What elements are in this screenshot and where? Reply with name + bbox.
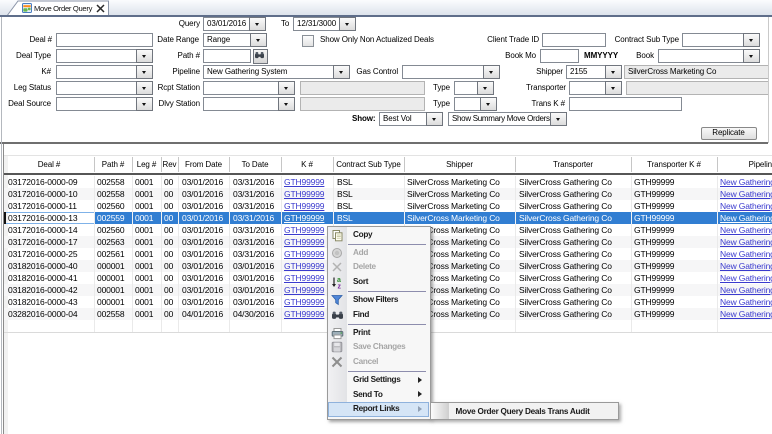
svg-text:z: z bbox=[338, 283, 342, 289]
